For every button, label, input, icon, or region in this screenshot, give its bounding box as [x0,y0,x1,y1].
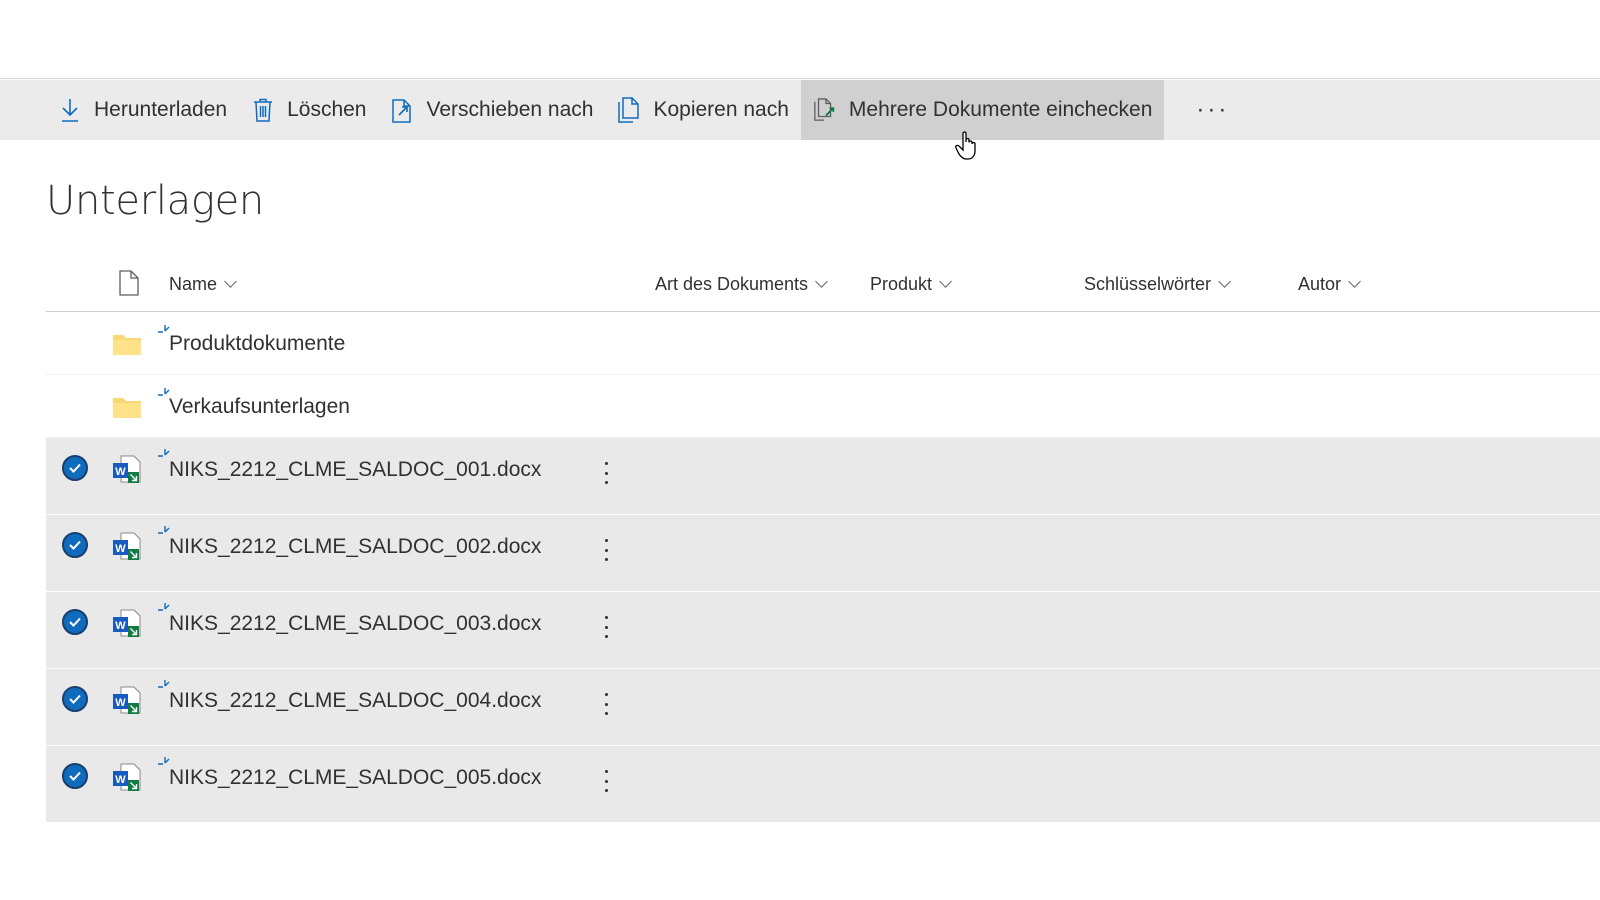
vertical-dots-icon[interactable] [596,691,616,717]
column-product-label: Produkt [870,274,933,294]
checkmark-icon[interactable] [62,455,88,481]
download-icon [58,97,82,123]
column-header-name[interactable]: Name [169,274,237,295]
hand-cursor-icon [955,130,981,167]
svg-text:W: W [115,774,126,786]
folder-row[interactable]: Produktdokumente [46,312,1600,375]
folder-name[interactable]: Verkaufsunterlagen [169,395,350,419]
svg-text:W: W [115,697,126,709]
file-name[interactable]: NIKS_2212_CLME_SALDOC_005.docx [169,766,541,790]
vertical-dots-icon[interactable] [596,768,616,794]
trash-icon [251,97,275,123]
folder-name[interactable]: Produktdokumente [169,332,345,356]
column-header-product[interactable]: Produkt [870,274,952,295]
download-button[interactable]: Herunterladen [46,80,239,140]
file-name[interactable]: NIKS_2212_CLME_SALDOC_002.docx [169,535,541,559]
document-list: Name Art des Dokuments Produkt Schlüssel… [46,262,1600,823]
chevron-down-icon [1348,275,1361,288]
chevron-down-icon [939,275,952,288]
column-header-keywords[interactable]: Schlüsselwörter [1084,274,1231,295]
folder-icon [112,395,142,424]
file-name[interactable]: NIKS_2212_CLME_SALDOC_004.docx [169,689,541,713]
word-doc-icon: W [112,454,142,489]
check-in-multiple-button[interactable]: Mehrere Dokumente einchecken [800,80,1165,140]
word-doc-icon: W [112,685,142,720]
file-row[interactable]: W NIKS_2212_CLME_SALDOC_004.docx [46,669,1600,746]
column-author-label: Autor [1298,274,1342,294]
list-header: Name Art des Dokuments Produkt Schlüssel… [46,262,1600,312]
checkmark-icon[interactable] [62,609,88,635]
more-options-button[interactable]: ··· [1172,80,1253,140]
file-name[interactable]: NIKS_2212_CLME_SALDOC_001.docx [169,458,541,482]
move-to-label: Verschieben nach [426,98,594,121]
file-row[interactable]: W NIKS_2212_CLME_SALDOC_002.docx [46,515,1600,592]
delete-button[interactable]: Löschen [239,80,378,140]
move-icon [391,97,415,123]
word-doc-icon: W [112,762,142,797]
column-doc-type-label: Art des Dokuments [655,274,809,294]
file-row[interactable]: W NIKS_2212_CLME_SALDOC_003.docx [46,592,1600,669]
checkmark-icon[interactable] [62,532,88,558]
copy-icon [617,97,641,123]
svg-text:W: W [115,620,126,632]
chevron-down-icon [1218,275,1231,288]
folder-icon [112,332,142,361]
file-name[interactable]: NIKS_2212_CLME_SALDOC_003.docx [169,612,541,636]
vertical-dots-icon[interactable] [596,460,616,486]
page-title: Unterlagen [46,178,264,224]
column-keywords-label: Schlüsselwörter [1084,274,1212,294]
vertical-dots-icon[interactable] [596,614,616,640]
svg-text:W: W [115,466,126,478]
file-row[interactable]: W NIKS_2212_CLME_SALDOC_005.docx [46,746,1600,823]
command-bar: Herunterladen Löschen Verschieben nach K… [0,80,1600,140]
svg-text:W: W [115,543,126,555]
word-doc-icon: W [112,608,142,643]
move-to-button[interactable]: Verschieben nach [379,80,606,140]
chevron-down-icon [815,275,828,288]
checkmark-icon[interactable] [62,686,88,712]
copy-to-label: Kopieren nach [653,98,789,121]
column-header-doc-type[interactable]: Art des Dokuments [655,274,828,295]
checkin-icon [813,97,837,123]
download-label: Herunterladen [94,98,228,121]
chevron-down-icon [224,275,237,288]
more-icon: ··· [1196,96,1230,123]
column-name-label: Name [169,274,218,294]
folder-row[interactable]: Verkaufsunterlagen [46,375,1600,438]
file-type-column-icon[interactable] [118,270,140,296]
file-row[interactable]: W NIKS_2212_CLME_SALDOC_001.docx [46,438,1600,515]
copy-to-button[interactable]: Kopieren nach [605,80,800,140]
vertical-dots-icon[interactable] [596,537,616,563]
column-header-author[interactable]: Autor [1298,274,1361,295]
check-in-multiple-label: Mehrere Dokumente einchecken [848,98,1153,121]
top-blank-area [0,0,1600,79]
checkmark-icon[interactable] [62,763,88,789]
word-doc-icon: W [112,531,142,566]
delete-label: Löschen [287,98,367,121]
